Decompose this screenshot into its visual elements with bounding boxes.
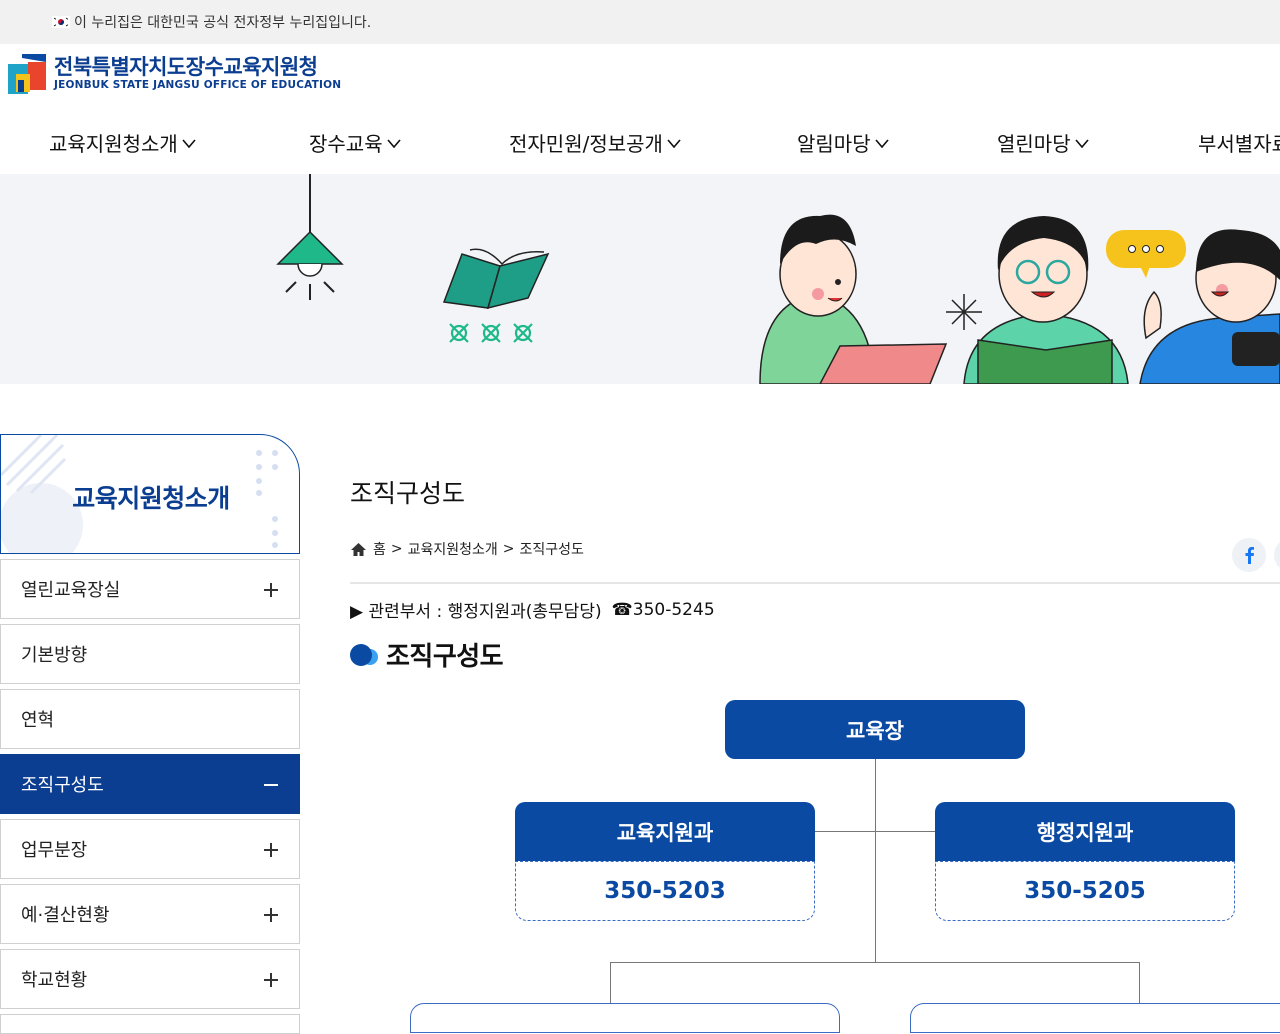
chevron-down-icon	[182, 138, 196, 148]
site-logo[interactable]: 전북특별자치도장수교육지원청 JEONBUK STATE JANGSU OFFI…	[8, 52, 341, 94]
side-menu-title: 교육지원청소개	[72, 484, 230, 513]
org-left-phone: 350-5203	[515, 861, 815, 921]
section-heading: 조직구성도	[350, 636, 504, 673]
nav-item-label: 부서별자료	[1198, 132, 1280, 156]
org-lower-left-box	[410, 1003, 840, 1033]
chevron-down-icon	[387, 138, 401, 148]
chevron-down-icon	[875, 138, 889, 148]
nav-item-about[interactable]: 교육지원청소개	[49, 128, 196, 157]
side-item-more[interactable]	[0, 1014, 300, 1034]
section-heading-text: 조직구성도	[386, 642, 504, 672]
korea-flag-icon	[52, 16, 70, 28]
org-connector	[610, 962, 1140, 963]
org-right-phone-text: 350-5205	[1024, 878, 1146, 904]
side-item-budget[interactable]: 예·결산현황	[0, 884, 300, 944]
share-button[interactable]	[1274, 538, 1280, 572]
kid-illustration	[963, 216, 1129, 384]
side-menu: 교육지원청소개 열린교육장실 기본방향 연혁 조직구성도 업무분장 예·결산현황…	[0, 434, 300, 1034]
nav-item-label: 알림마당	[797, 132, 871, 156]
kid-illustration	[759, 214, 948, 384]
breadcrumb-separator: >	[390, 541, 403, 557]
sparkle-icon	[946, 294, 982, 330]
side-item-label: 조직구성도	[21, 775, 104, 796]
bullet-dots-icon	[350, 643, 378, 666]
minus-icon	[264, 784, 278, 786]
plus-icon	[264, 843, 278, 857]
home-icon[interactable]	[350, 542, 367, 557]
nav-item-education[interactable]: 장수교육	[309, 128, 401, 157]
side-item-duties[interactable]: 업무분장	[0, 819, 300, 879]
hero-banner	[0, 174, 1280, 384]
related-dept-phone: ☎350-5245	[611, 599, 715, 620]
logo-name-en: JEONBUK STATE JANGSU OFFICE OF EDUCATION	[54, 79, 342, 91]
gov-banner: 이 누리집은 대한민국 공식 전자정부 누리집입니다.	[0, 0, 1280, 44]
org-connector	[1139, 962, 1140, 1004]
org-head-box: 교육장	[725, 700, 1025, 759]
org-right-phone: 350-5205	[935, 861, 1235, 921]
plus-icon	[264, 908, 278, 922]
plus-icon	[264, 973, 278, 987]
hero-illustration	[276, 174, 1280, 384]
nav-item-label: 장수교육	[309, 132, 383, 156]
page-title: 조직구성도	[350, 479, 466, 508]
side-item-label: 학교현황	[21, 970, 88, 991]
logo-name-ko: 전북특별자치도장수교육지원청	[54, 55, 318, 79]
book-icon	[442, 248, 550, 343]
side-item-label: 업무분장	[21, 840, 88, 861]
side-item-label: 열린교육장실	[21, 580, 121, 601]
logo-emblem-icon	[8, 54, 46, 94]
nav-item-civil[interactable]: 전자민원/정보공개	[509, 128, 681, 157]
main-nav: 교육지원청소개 장수교육 전자민원/정보공개 알림마당 열린마당 부서별자료	[0, 128, 1280, 162]
breadcrumb-separator: >	[502, 541, 515, 557]
facebook-share-button[interactable]	[1232, 538, 1266, 572]
org-right-label: 행정지원과	[1036, 820, 1134, 845]
org-lower-right-box	[910, 1003, 1280, 1033]
nav-item-label: 전자민원/정보공개	[509, 132, 663, 156]
side-item-label: 기본방향	[21, 645, 88, 666]
plus-icon	[264, 583, 278, 597]
side-item-basic-direction[interactable]: 기본방향	[0, 624, 300, 684]
nav-item-label: 교육지원청소개	[49, 132, 178, 156]
org-left-phone-text: 350-5203	[604, 878, 726, 904]
nav-item-notice[interactable]: 알림마당	[797, 128, 889, 157]
side-item-label: 예·결산현황	[21, 905, 110, 926]
chevron-down-icon	[1075, 138, 1089, 148]
related-dept: ▶ 관련부서 : 행정지원과(총무담당) ☎350-5245	[350, 597, 715, 623]
org-left-label: 교육지원과	[616, 820, 714, 845]
org-left-box: 교육지원과	[515, 802, 815, 861]
org-right-box: 행정지원과	[935, 802, 1235, 861]
speech-bubble-icon	[1106, 230, 1186, 278]
related-dept-text: ▶ 관련부서 : 행정지원과(총무담당)	[350, 602, 602, 622]
breadcrumb: 홈 > 교육지원청소개 > 조직구성도	[350, 539, 584, 559]
side-item-schools[interactable]: 학교현황	[0, 949, 300, 1009]
lamp-icon	[276, 174, 344, 300]
breadcrumb-level1[interactable]: 교육지원청소개	[408, 539, 498, 559]
divider	[350, 582, 1280, 584]
side-item-open-office[interactable]: 열린교육장실	[0, 559, 300, 619]
side-item-org-chart[interactable]: 조직구성도	[0, 754, 300, 814]
facebook-icon	[1245, 547, 1254, 564]
side-item-label: 연혁	[21, 710, 55, 731]
breadcrumb-home[interactable]: 홈	[373, 539, 386, 559]
nav-item-dept[interactable]: 부서별자료	[1198, 128, 1280, 157]
org-connector	[875, 758, 876, 963]
org-connector	[610, 962, 611, 1004]
org-connector	[814, 831, 936, 832]
nav-item-label: 열린마당	[997, 132, 1071, 156]
org-head-label: 교육장	[846, 718, 904, 743]
breadcrumb-current: 조직구성도	[519, 542, 584, 558]
nav-item-open[interactable]: 열린마당	[997, 128, 1089, 157]
side-menu-header: 교육지원청소개	[0, 434, 300, 554]
chevron-down-icon	[667, 138, 681, 148]
side-item-history[interactable]: 연혁	[0, 689, 300, 749]
gov-banner-text: 이 누리집은 대한민국 공식 전자정부 누리집입니다.	[74, 15, 372, 31]
